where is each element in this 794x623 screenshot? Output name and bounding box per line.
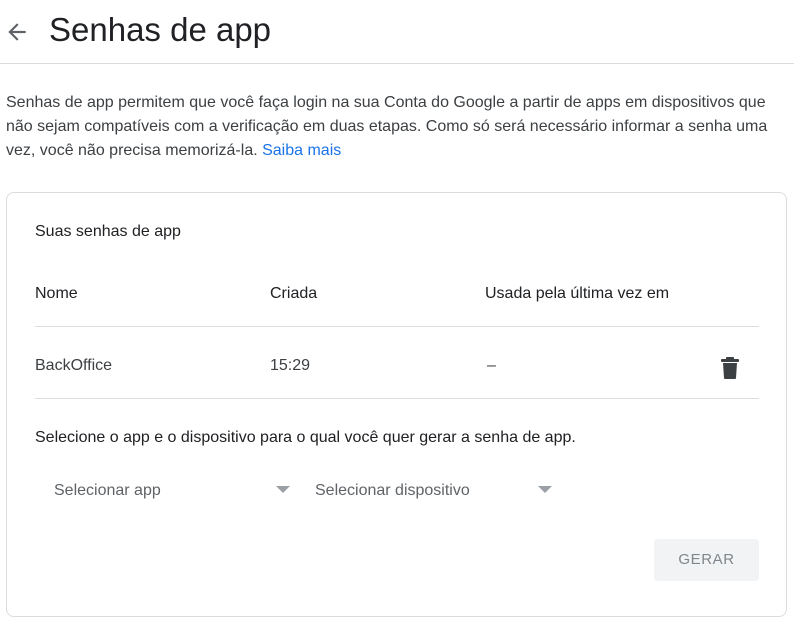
select-app-label: Selecionar app [54, 482, 161, 499]
description-text: Senhas de app permitem que você faça log… [6, 94, 768, 159]
select-device-label: Selecionar dispositivo [315, 482, 470, 499]
card-title: Suas senhas de app [35, 223, 181, 240]
table-divider [35, 398, 759, 399]
row-last-used: – [487, 357, 496, 374]
chevron-down-icon [276, 486, 290, 493]
header-divider [0, 63, 794, 64]
delete-button[interactable] [720, 356, 740, 380]
arrow-left-icon [8, 23, 26, 41]
row-created: 15:29 [270, 357, 311, 374]
row-name: BackOffice [35, 357, 113, 374]
description: Senhas de app permitem que você faça log… [6, 91, 791, 163]
app-passwords-card: Suas senhas de app Nome Criada Usada pel… [6, 192, 787, 617]
trash-icon [721, 357, 739, 379]
back-button[interactable] [4, 19, 30, 45]
column-header-name: Nome [35, 285, 78, 302]
column-header-created: Criada [270, 285, 318, 302]
generate-button[interactable]: GERAR [654, 539, 759, 581]
select-app-dropdown[interactable]: Selecionar app [54, 471, 294, 511]
select-device-dropdown[interactable]: Selecionar dispositivo [315, 471, 555, 511]
learn-more-link[interactable]: Saiba mais [262, 142, 341, 159]
instruction-text: Selecione o app e o dispositivo para o q… [35, 429, 576, 446]
column-header-last-used: Usada pela última vez em [485, 285, 670, 302]
table-divider [35, 326, 759, 327]
page-title: Senhas de app [49, 11, 272, 48]
chevron-down-icon [538, 486, 552, 493]
page-header: Senhas de app [0, 0, 794, 63]
